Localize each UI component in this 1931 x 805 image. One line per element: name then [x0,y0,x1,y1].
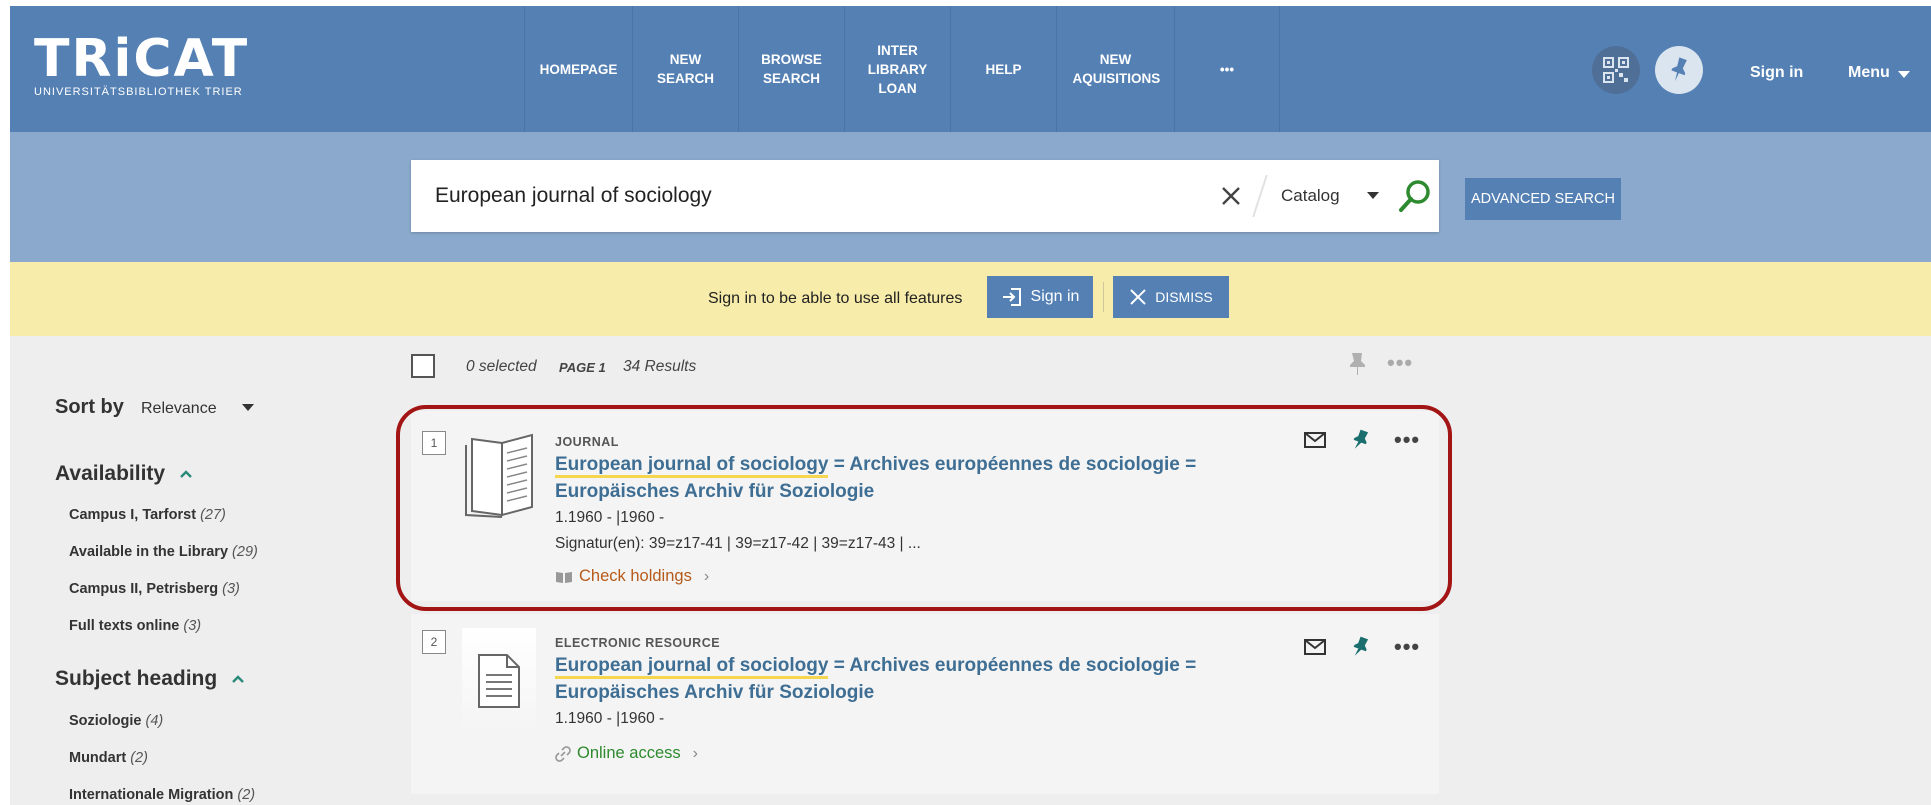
search-divider [1252,174,1268,218]
caret-down-icon [1367,192,1379,199]
nav-browse-search[interactable]: BROWSE SEARCH [738,6,844,132]
result-type: ELECTRONIC RESOURCE [555,636,721,650]
pin-icon [1671,57,1687,82]
pin-icon[interactable] [1346,351,1368,377]
caret-down-icon [242,404,254,411]
bookmark-list-button[interactable] [1655,46,1703,94]
nav-homepage[interactable]: HOMEPAGE [524,6,632,132]
selected-count: 0 selected [466,358,537,375]
result-dates: 1.1960 - |1960 - [555,710,665,727]
page: TRiCAT UNIVERSITÄTSBIBLIOTHEK TRIER HOME… [10,6,1931,805]
facet-item[interactable]: Full texts online (3) [69,618,201,634]
result-item-2: 2 ELECTRONIC RESOURCE European journal o… [411,614,1439,794]
header-sign-in-link[interactable]: Sign in [1750,64,1803,82]
facet-item[interactable]: Campus I, Tarforst (27) [69,507,226,523]
qr-code-button[interactable] [1592,46,1640,94]
search-icon[interactable] [1397,178,1433,214]
search-scope-select[interactable]: Catalog [1281,186,1340,206]
results-count: 34 Results [623,358,697,375]
clear-search-icon[interactable] [1219,184,1243,208]
alert-sign-in-button[interactable]: Sign in [987,276,1093,318]
caret-down-icon [1897,71,1910,78]
chevron-up-icon [180,470,192,478]
main-nav: HOMEPAGE NEW SEARCH BROWSE SEARCH INTER … [524,6,1280,132]
online-access-link[interactable]: Online access › [555,744,698,763]
advanced-search-button[interactable]: ADVANCED SEARCH [1465,178,1621,220]
nav-inter-library-loan[interactable]: INTER LIBRARY LOAN [844,6,950,132]
top-header: TRiCAT UNIVERSITÄTSBIBLIOTHEK TRIER HOME… [10,6,1931,132]
logo-text: TRiCAT [34,29,250,89]
result-thumbnail [462,628,536,734]
header-menu-button[interactable]: Menu [1848,64,1910,82]
sort-by-label: Sort by [55,396,124,418]
facet-item[interactable]: Soziologie (4) [69,713,163,729]
chevron-right-icon: › [692,744,698,762]
facet-subject-heading-header[interactable]: Subject heading [55,667,245,691]
qr-code-icon [1603,57,1629,83]
page-indicator: PAGE 1 [559,360,606,375]
result-number: 2 [422,630,446,654]
search-input[interactable] [435,178,1195,214]
more-options-icon[interactable]: ••• [1394,636,1420,658]
email-icon[interactable] [1304,639,1326,655]
result-actions: ••• [1304,636,1420,658]
result-title-link[interactable]: European journal of sociology = Archives… [555,652,1255,706]
pin-icon[interactable] [1350,636,1370,658]
facet-item[interactable]: Available in the Library (29) [69,544,258,560]
alert-separator [1103,282,1104,312]
nav-new-aquisitions[interactable]: NEW AQUISITIONS [1056,6,1174,132]
facet-availability-header[interactable]: Availability [55,462,193,486]
select-all-checkbox[interactable] [411,354,435,378]
link-icon [555,745,571,762]
nav-more[interactable]: ••• [1174,6,1280,132]
search-band: Catalog ADVANCED SEARCH [10,132,1931,262]
document-icon [478,654,520,708]
nav-new-search[interactable]: NEW SEARCH [632,6,738,132]
logo-subtitle: UNIVERSITÄTSBIBLIOTHEK TRIER [34,86,243,98]
tricat-logo[interactable]: TRiCAT UNIVERSITÄTSBIBLIOTHEK TRIER [34,29,250,98]
sign-in-icon [1002,288,1021,306]
alert-message: Sign in to be able to use all features [708,290,963,307]
chevron-up-icon [232,675,245,683]
facet-item[interactable]: Internationale Migration (2) [69,787,255,803]
result-highlight-outline [396,405,1452,611]
close-icon [1130,289,1146,305]
sort-select[interactable]: Relevance [141,400,217,418]
signin-alert: Sign in to be able to use all features S… [10,262,1931,336]
more-options-icon[interactable]: ••• [1387,352,1413,374]
facet-item[interactable]: Mundart (2) [69,750,148,766]
dismiss-button[interactable]: DISMISS [1113,276,1229,318]
search-box: Catalog [411,160,1439,232]
nav-help[interactable]: HELP [950,6,1056,132]
facet-item[interactable]: Campus II, Petrisberg (3) [69,581,240,597]
